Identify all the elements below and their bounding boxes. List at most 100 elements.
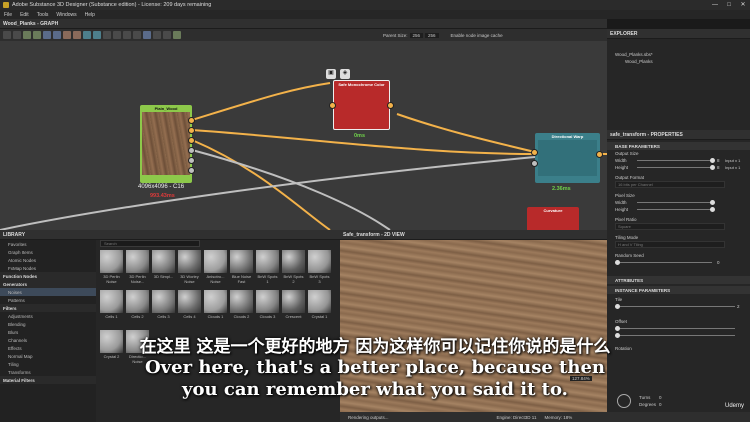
thumbnail-caption: Clouds 3 [259,314,276,319]
thumbnail-image [178,250,201,273]
explorer-header: EXPLORER [607,29,750,39]
node-plain-wood-size: 4096x4096 - C16 [138,184,185,190]
library-thumbnail[interactable]: Cells 1 [100,290,123,326]
library-tree-item[interactable]: Filters [0,304,96,312]
thumbnail-caption: 3D Perlin Noise... [129,274,146,284]
library-thumbnail[interactable]: BnW Spots 2 [282,250,305,286]
node-pin-icon[interactable]: ▣ [326,69,336,79]
node-directional-input-port[interactable] [531,160,538,167]
output-height-row[interactable]: Height 8 Input x 1 [607,164,750,171]
close-button[interactable]: ✕ [736,0,750,10]
library-thumbnail[interactable]: Clouds 1 [204,290,227,326]
node-plain-wood-output-port[interactable] [188,117,195,124]
thumbnail-caption: Anisotro... Noise [206,274,225,284]
library-tree-item[interactable]: Adjustments [0,312,96,320]
node-directional-output-port[interactable] [596,151,603,158]
node-plain-wood-output-port[interactable] [188,147,195,154]
library-thumbnail[interactable]: Cells 3 [152,290,175,326]
library-thumbnail[interactable]: 3D Perlin Noise [100,250,123,286]
node-directional-input-port[interactable] [531,149,538,156]
library-thumbnail[interactable]: 3D Perlin Noise... [126,250,149,286]
node-monochrome-input-port[interactable] [329,102,336,109]
tile-row[interactable]: 2 [607,303,750,310]
thumbnail-caption: Cells 1 [105,314,118,319]
library-tree-item[interactable]: Favorites [0,240,96,248]
thumbnail-image [204,290,227,313]
library-tree-item[interactable]: Blending [0,320,96,328]
pixel-width-row[interactable]: Width [607,199,750,206]
section-base-parameters[interactable]: BASE PARAMETERS [607,142,750,150]
library-tree-item[interactable]: Function Nodes [0,272,96,280]
status-engine: Engine: Direct3D 11 [496,414,537,420]
library-tree-item[interactable]: Generators [0,280,96,288]
graph-title: Wood_Planks - GRAPH [3,20,59,27]
thumbnail-caption: Cells 4 [183,314,196,319]
pixel-height-row[interactable]: Height [607,206,750,213]
section-instance-parameters[interactable]: INSTANCE PARAMETERS [607,286,750,294]
library-thumbnail[interactable]: Crystal 1 [308,290,331,326]
thumbnail-image [204,250,227,273]
node-safe-monochrome-color[interactable]: Safe Monochrome Color [333,80,390,130]
output-width-row[interactable]: Width 8 Input x 1 [607,157,750,164]
thumbnail-caption: Clouds 1 [207,314,224,319]
library-thumbnail[interactable]: 3D Worley Noise [178,250,201,286]
library-search-input[interactable]: Search [100,240,200,247]
node-bookmark-icon[interactable]: ◈ [340,69,350,79]
thumbnail-image [256,290,279,313]
section-attributes[interactable]: ATTRIBUTES [607,276,750,284]
menu-tools[interactable]: Tools [37,12,49,18]
library-tree-item[interactable]: Patterns [0,296,96,304]
library-tree-item[interactable]: Noises [0,288,96,296]
app-logo-icon [3,2,9,8]
menu-bar: File Edit Tools Windows Help [0,10,750,19]
output-format-select[interactable]: 16 bits per Channel [615,181,725,188]
library-thumbnail[interactable]: 3D Simpl... [152,250,175,286]
offset-x-row[interactable] [607,325,750,332]
menu-edit[interactable]: Edit [20,12,29,18]
node-directional-warp[interactable]: Directional Warp [535,133,600,183]
library-thumbnail[interactable]: Crescent [282,290,305,326]
library-thumbnail[interactable]: Cells 4 [178,290,201,326]
random-seed-row[interactable]: 0 [607,259,750,266]
node-directional-time: 2.36ms [552,186,571,192]
explorer-file-item[interactable]: Wood_Planks.sbs* [607,51,750,58]
menu-windows[interactable]: Windows [56,12,76,18]
node-monochrome-time: 0ms [354,133,366,139]
node-curvature-title: Curvature [543,208,563,213]
menu-file[interactable]: File [4,12,12,18]
library-thumbnail[interactable]: BnW Spots 3 [308,250,331,286]
subtitle-overlay: 在这里 这是一个更好的地方 因为这样你可以记住你说的是什么 Over here,… [0,332,750,401]
thumbnail-caption: Cells 2 [131,314,144,319]
thumbnail-image [100,250,123,273]
node-plain-wood-output-port[interactable] [188,167,195,174]
node-plain-wood-output-port[interactable] [188,137,195,144]
rotation-degrees-value[interactable]: 0 [659,402,662,407]
menu-help[interactable]: Help [85,12,95,18]
node-curvature[interactable]: Curvature [527,207,579,230]
explorer-graph-item[interactable]: Wood_Planks [607,58,750,65]
subtitle-english-line-2: you can remember what you said it to. [182,379,568,400]
library-tree-item[interactable]: FxMap Nodes [0,264,96,272]
node-plain-wood-output-port[interactable] [188,127,195,134]
node-plain-wood[interactable]: Plain_Wood [140,105,192,183]
thumbnail-image [308,250,331,273]
library-thumbnail[interactable]: Clouds 3 [256,290,279,326]
node-monochrome-output-port[interactable] [387,102,394,109]
library-thumbnail[interactable]: Anisotro... Noise [204,250,227,286]
library-thumbnail[interactable]: Clouds 2 [230,290,253,326]
library-thumbnail[interactable]: Blue Noise Fast [230,250,253,286]
node-directional-title: Directional Warp [551,134,584,139]
node-plain-wood-output-port[interactable] [188,157,195,164]
maximize-button[interactable]: □ [722,0,736,10]
graph-canvas[interactable]: Parent Size: 256 256 Enable node image c… [0,29,607,230]
thumbnail-caption: Crescent [285,314,302,319]
status-memory: Memory: 18% [544,414,573,420]
library-tree-item[interactable]: Graph Items [0,248,96,256]
tiling-mode-select[interactable]: H and V Tiling [615,241,725,248]
library-thumbnail[interactable]: Cells 2 [126,290,149,326]
library-thumbnail[interactable]: BnW Spots 1 [256,250,279,286]
pixel-ratio-select[interactable]: Square [615,223,725,230]
library-tree-item[interactable]: Atomic Nodes [0,256,96,264]
library-title: LIBRARY [3,231,26,238]
minimize-button[interactable]: — [708,0,722,10]
